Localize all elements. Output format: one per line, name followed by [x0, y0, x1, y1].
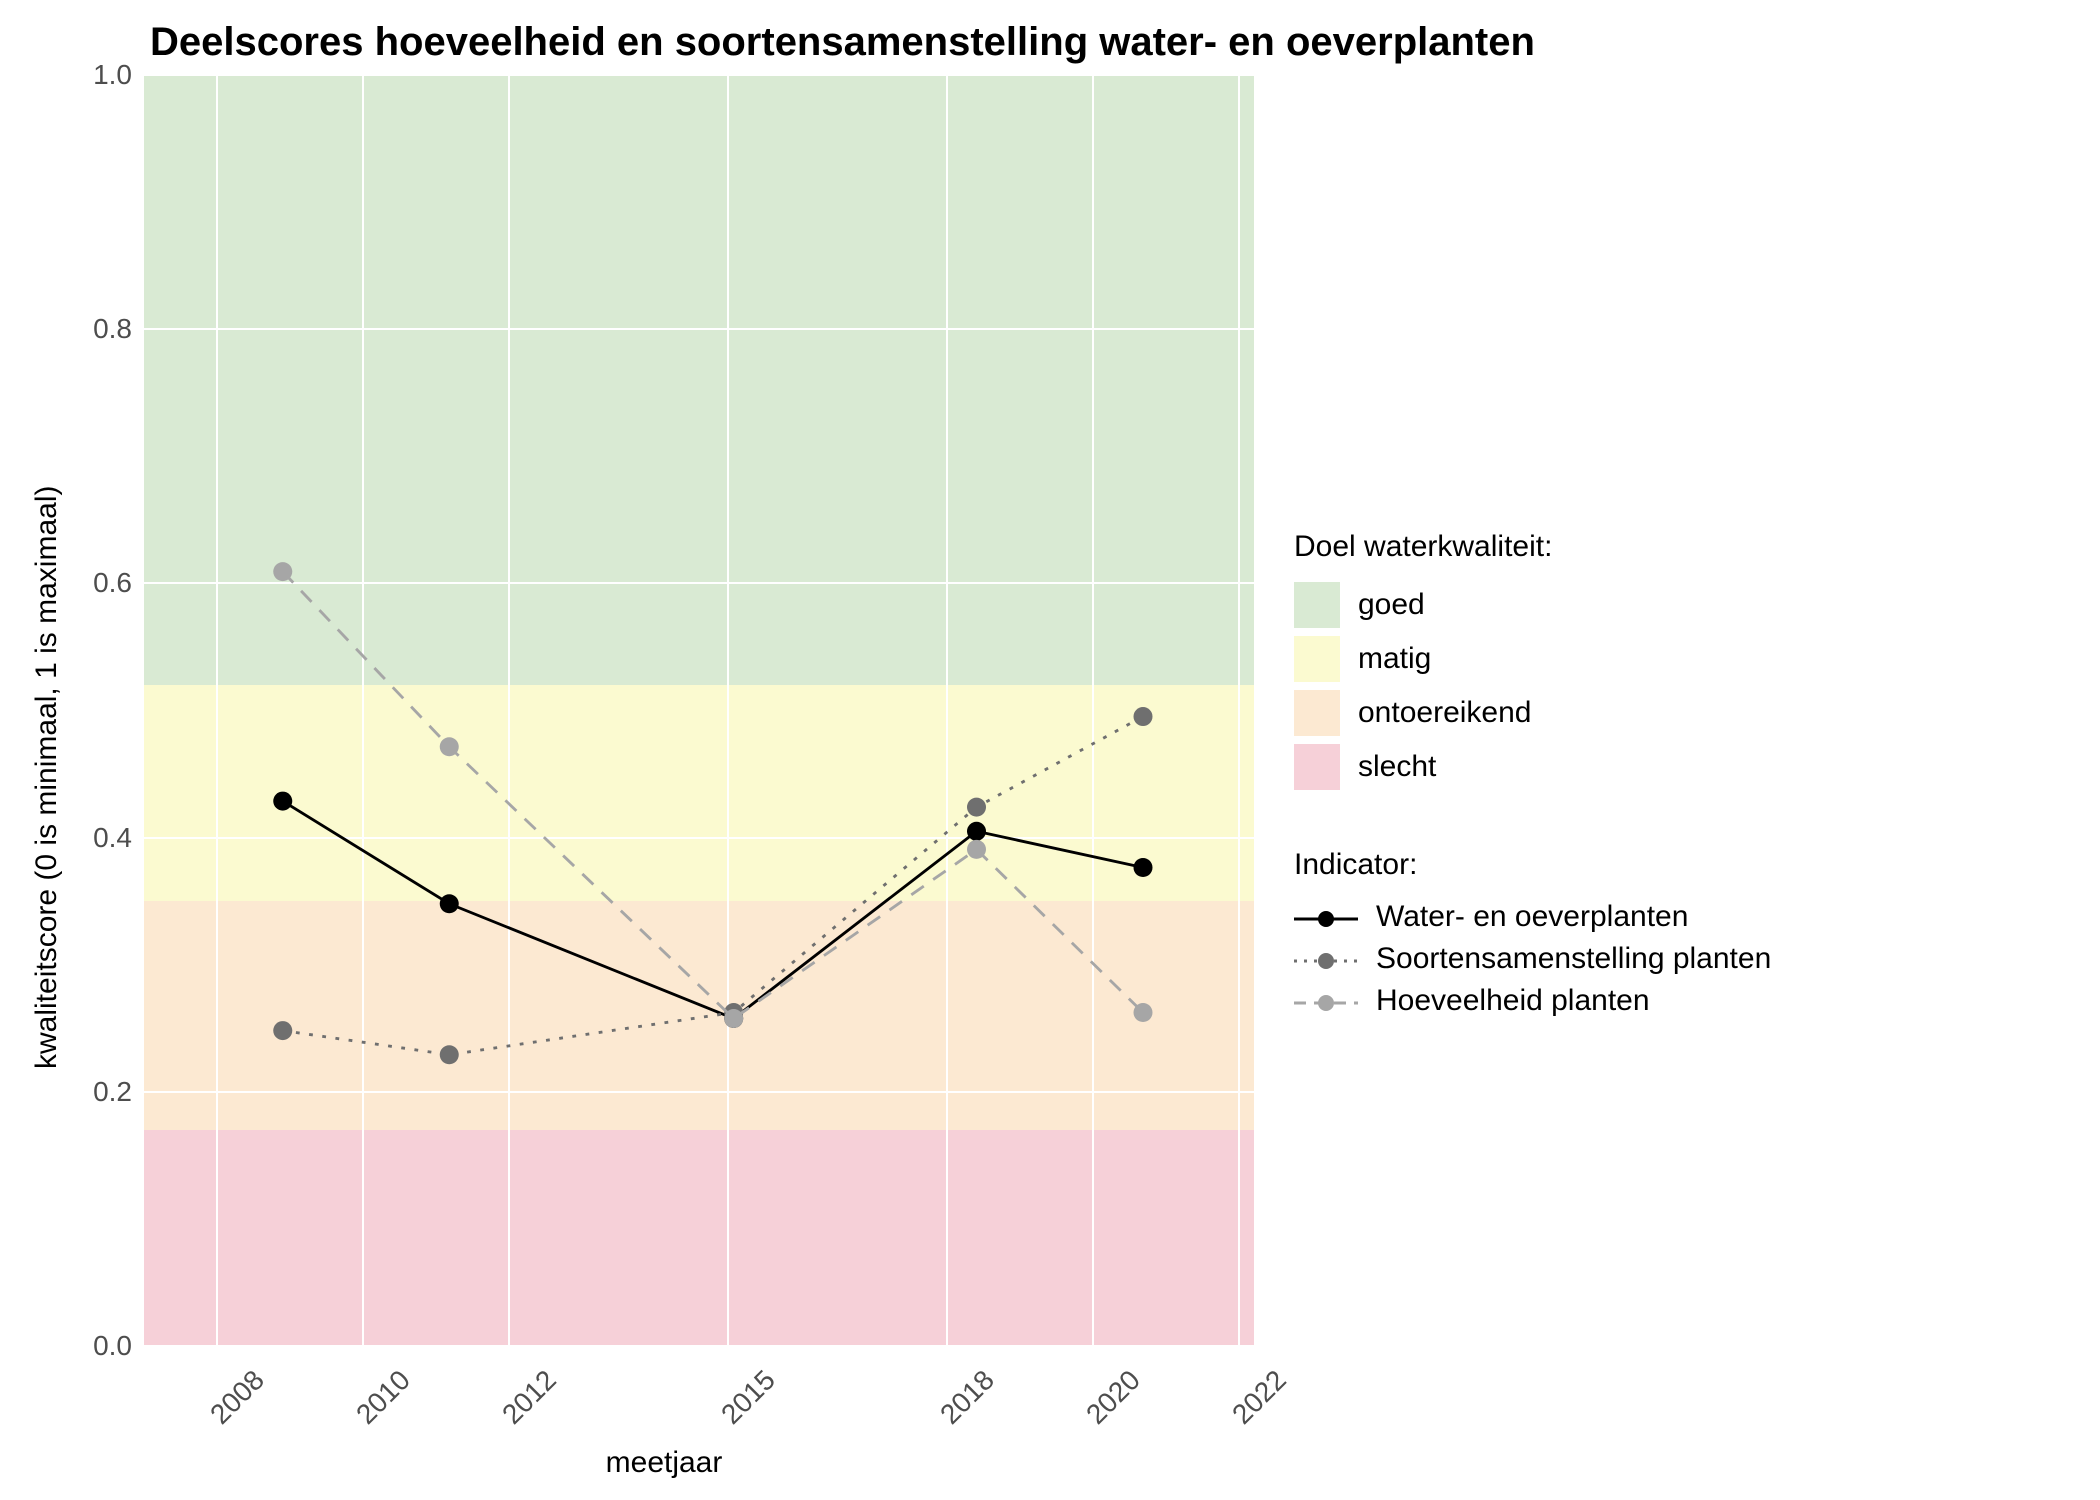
- legend-band-label: goed: [1358, 588, 1425, 622]
- legend-series-items: Water- en oeverplanten Soortensamenstelli…: [1294, 900, 2080, 1018]
- legend-band-label: matig: [1358, 642, 1431, 676]
- legend-swatch: [1294, 744, 1340, 790]
- y-axis-label: kwaliteitscore (0 is minimaal, 1 is maxi…: [20, 75, 74, 1480]
- series-point: [1133, 707, 1152, 726]
- series-line: [283, 801, 1143, 1018]
- legend-swatch: [1294, 690, 1340, 736]
- plot-row: 0.00.20.40.60.81.0: [74, 75, 1254, 1346]
- legend-bands-title: Doel waterkwaliteit:: [1294, 530, 2080, 564]
- plot-area: [144, 75, 1254, 1346]
- legend-series-block: Indicator: Water- en oeverplanten Soorten…: [1294, 848, 2080, 1026]
- series-point: [440, 1045, 459, 1064]
- legend-line-sample: [1294, 947, 1358, 971]
- y-axis-ticks: 0.00.20.40.60.81.0: [74, 75, 144, 1346]
- legend-line-sample: [1294, 905, 1358, 929]
- chart-title: Deelscores hoeveelheid en soortensamenst…: [150, 20, 2080, 65]
- y-tick-label: 0.4: [93, 822, 132, 854]
- x-tick-label: 2010: [350, 1364, 417, 1431]
- legend-series-item: Water- en oeverplanten: [1294, 900, 2080, 934]
- series-point: [273, 1021, 292, 1040]
- legend-band-item: ontoereikend: [1294, 690, 2080, 736]
- series-line: [283, 572, 1143, 1019]
- plot-column: 0.00.20.40.60.81.0 200820102012201520182…: [74, 75, 1254, 1480]
- legend-band-item: slecht: [1294, 744, 2080, 790]
- legend-series-item: Soortensamenstelling planten: [1294, 942, 2080, 976]
- series-point: [967, 840, 986, 859]
- x-tick-label: 2015: [715, 1364, 782, 1431]
- legend-band-item: matig: [1294, 636, 2080, 682]
- legend-series-label: Hoeveelheid planten: [1376, 984, 1650, 1018]
- x-tick-label: 2018: [934, 1364, 1001, 1431]
- series-point: [273, 792, 292, 811]
- legend-band-item: goed: [1294, 582, 2080, 628]
- series-point: [967, 798, 986, 817]
- series-line: [283, 717, 1143, 1055]
- chart-lines: [144, 75, 1254, 1346]
- y-tick-label: 0.8: [93, 313, 132, 345]
- legend-line-sample: [1294, 989, 1358, 1013]
- x-tick-label: 2008: [204, 1364, 271, 1431]
- x-tick-label: 2020: [1080, 1364, 1147, 1431]
- y-tick-label: 1.0: [93, 59, 132, 91]
- series-point: [273, 562, 292, 581]
- legend-series-label: Water- en oeverplanten: [1376, 900, 1688, 934]
- legend: Doel waterkwaliteit: goed matig ontoereike…: [1254, 75, 2080, 1480]
- series-point: [440, 894, 459, 913]
- y-tick-label: 0.0: [93, 1330, 132, 1362]
- legend-series-label: Soortensamenstelling planten: [1376, 942, 1771, 976]
- legend-band-label: ontoereikend: [1358, 696, 1531, 730]
- legend-swatch: [1294, 636, 1340, 682]
- x-axis-ticks: 2008201020122015201820202022: [144, 1346, 1254, 1436]
- legend-series-item: Hoeveelheid planten: [1294, 984, 2080, 1018]
- legend-bands-block: Doel waterkwaliteit: goed matig ontoereike…: [1294, 530, 2080, 798]
- x-axis-label: meetjaar: [74, 1446, 1254, 1480]
- series-point: [1133, 858, 1152, 877]
- legend-bands-items: goed matig ontoereikend slecht: [1294, 582, 2080, 790]
- legend-swatch: [1294, 582, 1340, 628]
- series-point: [1133, 1003, 1152, 1022]
- series-point: [967, 822, 986, 841]
- series-point: [440, 737, 459, 756]
- y-tick-label: 0.6: [93, 567, 132, 599]
- x-tick-label: 2012: [496, 1364, 563, 1431]
- chart-body: kwaliteitscore (0 is minimaal, 1 is maxi…: [20, 75, 2080, 1480]
- legend-series-title: Indicator:: [1294, 848, 2080, 882]
- y-tick-label: 0.2: [93, 1076, 132, 1108]
- series-point: [724, 1009, 743, 1028]
- chart-container: Deelscores hoeveelheid en soortensamenst…: [20, 20, 2080, 1480]
- legend-band-label: slecht: [1358, 750, 1436, 784]
